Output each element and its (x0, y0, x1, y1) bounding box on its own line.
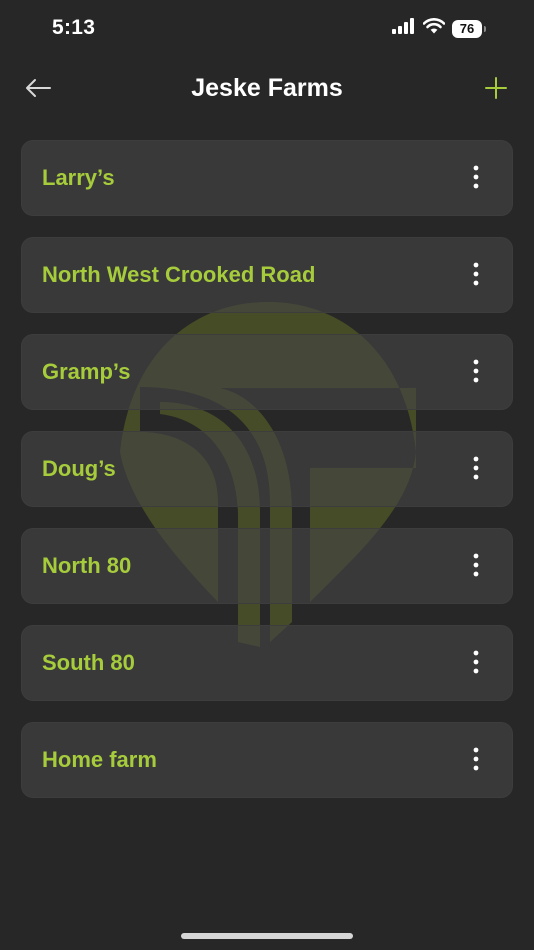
home-indicator[interactable] (181, 933, 353, 939)
signal-icon (392, 18, 416, 39)
field-list: Larry’s North West Crooked Road Gramp’s (21, 140, 513, 819)
field-name: South 80 (42, 650, 135, 675)
plus-icon (484, 76, 508, 105)
more-options-button[interactable] (462, 357, 490, 389)
field-name: North 80 (42, 553, 132, 578)
more-options-button[interactable] (462, 551, 490, 583)
add-field-button[interactable] (478, 72, 514, 108)
battery-icon: 76 (452, 19, 486, 38)
field-name: Home farm (42, 747, 157, 772)
more-vertical-icon (473, 359, 479, 388)
app-screen: 5:13 76 Jeske Farms Larry’s North West C… (0, 0, 534, 950)
status-time: 5:13 (52, 16, 96, 39)
battery-level: 76 (459, 21, 475, 36)
field-name: Doug’s (42, 456, 116, 481)
more-vertical-icon (473, 165, 479, 194)
list-item[interactable]: Home farm (21, 722, 513, 798)
more-options-button[interactable] (462, 745, 490, 777)
more-vertical-icon (473, 650, 479, 679)
field-name: Larry’s (42, 165, 115, 190)
list-item[interactable]: South 80 (21, 625, 513, 701)
more-vertical-icon (473, 262, 479, 291)
field-name: North West Crooked Road (42, 262, 316, 287)
list-item[interactable]: North 80 (21, 528, 513, 604)
field-name: Gramp’s (42, 359, 131, 384)
more-vertical-icon (473, 553, 479, 582)
more-vertical-icon (473, 747, 479, 776)
more-vertical-icon (473, 456, 479, 485)
status-bar: 5:13 76 (0, 0, 534, 56)
more-options-button[interactable] (462, 454, 490, 486)
more-options-button[interactable] (462, 260, 490, 292)
list-item[interactable]: North West Crooked Road (21, 237, 513, 313)
more-options-button[interactable] (462, 648, 490, 680)
wifi-icon (422, 18, 446, 39)
list-item[interactable]: Larry’s (21, 140, 513, 216)
list-item[interactable]: Gramp’s (21, 334, 513, 410)
list-item[interactable]: Doug’s (21, 431, 513, 507)
header: Jeske Farms (0, 60, 534, 120)
page-title: Jeske Farms (191, 74, 343, 102)
more-options-button[interactable] (462, 163, 490, 195)
status-icons: 76 (392, 18, 486, 39)
